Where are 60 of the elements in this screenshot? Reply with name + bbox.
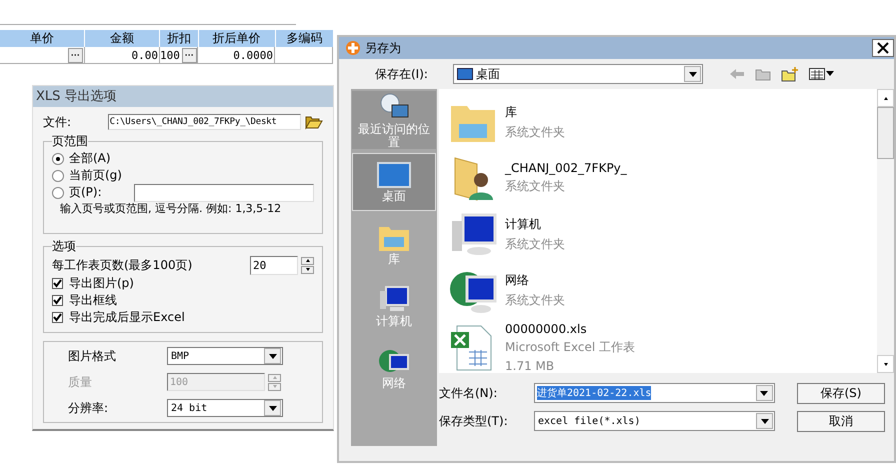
file-item[interactable]: 00000000.xls Microsoft Excel 工作表 1.71 MB: [449, 322, 877, 373]
open-folder-icon[interactable]: [305, 114, 323, 130]
file-item[interactable]: 计算机 系统文件夹: [449, 210, 877, 260]
column-header: 折扣: [160, 30, 199, 47]
save-button[interactable]: 保存(S): [797, 382, 885, 404]
file-item[interactable]: 库 系统文件夹: [449, 97, 877, 148]
cancel-button[interactable]: 取消: [797, 410, 885, 432]
dropdown[interactable]: BMP: [167, 347, 283, 365]
spin-down-button[interactable]: [301, 266, 314, 274]
checkbox-label[interactable]: 导出框线: [69, 292, 117, 309]
new-folder-icon[interactable]: [781, 66, 799, 82]
group-label: 页范围: [52, 133, 88, 150]
file-name-field[interactable]: 进货单2021-02-22.xls: [534, 383, 775, 403]
hint-text: 输入页号或页范围, 逗号分隔. 例如: 1,3,5-12: [59, 201, 282, 217]
close-button[interactable]: [872, 39, 894, 57]
column-header: 多编码: [276, 30, 334, 47]
radio-button[interactable]: [52, 152, 64, 164]
checkbox[interactable]: [52, 278, 63, 289]
radio-button[interactable]: [52, 170, 64, 182]
checkbox-label[interactable]: 导出图片(p): [69, 275, 134, 292]
radio-label[interactable]: 页(P):: [69, 184, 102, 201]
table-cell: 100: [160, 48, 180, 62]
field-label: 文件:: [43, 114, 72, 130]
pages-input-field[interactable]: 20: [250, 256, 298, 274]
field-label: 分辨率:: [67, 400, 110, 416]
column-header: 金额: [84, 30, 160, 47]
checkbox[interactable]: [52, 312, 63, 323]
spin-up-button[interactable]: [301, 256, 314, 264]
radio-label[interactable]: 全部(A): [69, 150, 111, 167]
ellipsis-button[interactable]: ···: [182, 48, 197, 62]
page-input-field[interactable]: [134, 184, 314, 202]
checkbox[interactable]: [52, 295, 63, 306]
table-cell: 0.00: [132, 48, 158, 62]
file-item[interactable]: 网络 系统文件夹: [449, 266, 877, 316]
dropdown[interactable]: 24 bit: [167, 399, 283, 417]
table-cell: 0.0000: [233, 48, 273, 62]
group-label: 选项: [52, 238, 76, 255]
column-header: 折后单价: [198, 30, 276, 47]
monitor-icon: [457, 68, 473, 80]
file-path-field[interactable]: C:\Users\_CHANJ_002_7FKPy_\Deskt: [108, 114, 301, 130]
scrollbar[interactable]: [877, 89, 894, 373]
ellipsis-button[interactable]: ···: [68, 48, 83, 62]
dialog-title: 另存为: [365, 40, 402, 56]
monitor-icon: [377, 162, 411, 190]
app-icon: [345, 40, 361, 56]
radio-label[interactable]: 当前页(g): [69, 167, 122, 184]
field-label: 每工作表页数(最多100页): [52, 256, 192, 274]
view-menu-icon[interactable]: [809, 67, 835, 81]
radio-button[interactable]: [52, 186, 64, 198]
field-label: 文件名(N):: [439, 384, 498, 402]
field-label: 保存类型(T):: [439, 412, 509, 430]
dialog-title: XLS 导出选项: [33, 86, 333, 107]
file-item[interactable]: _CHANJ_002_7FKPy_ 系统文件夹: [449, 153, 877, 204]
file-type-dropdown[interactable]: excel file(*.xls): [534, 411, 775, 431]
checkbox-label[interactable]: 导出完成后显示Excel: [69, 309, 185, 326]
location-dropdown[interactable]: 桌面: [453, 64, 703, 84]
field-label: 质量: [67, 374, 93, 390]
field-label: 图片格式: [67, 348, 117, 364]
field-label: 保存在(I):: [375, 66, 429, 82]
column-header: 单价: [0, 30, 85, 47]
